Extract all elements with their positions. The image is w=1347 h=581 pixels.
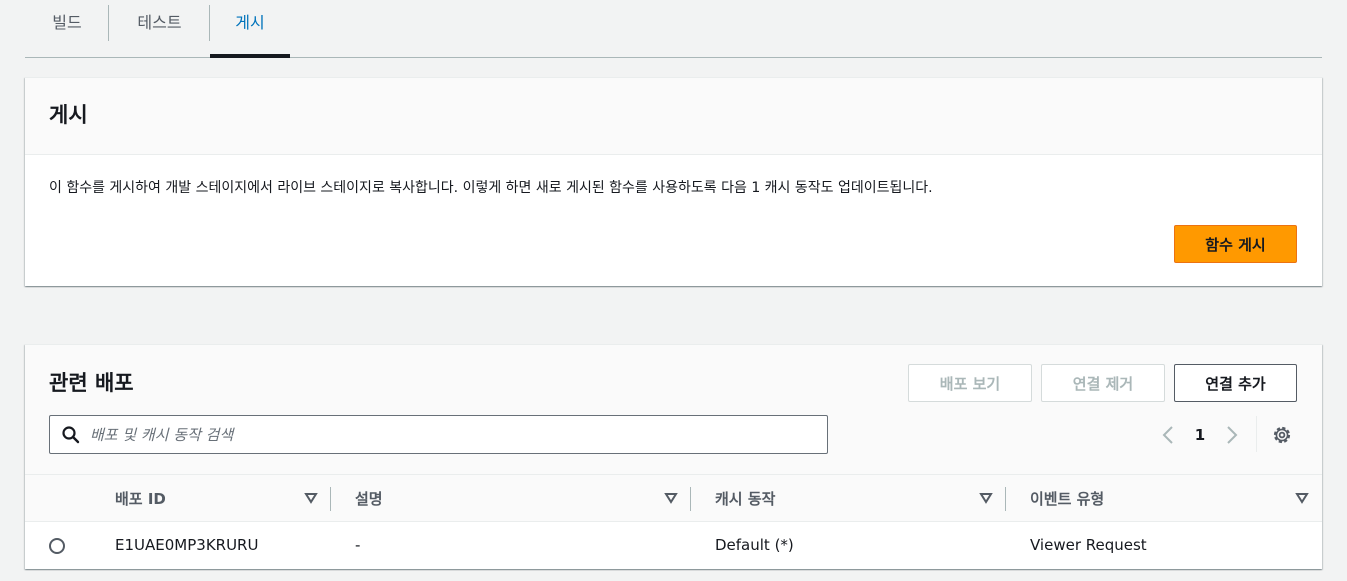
related-distributions-panel: 관련 배포 배포 보기 연결 제거 연결 추가 1 배포 ID (25, 344, 1322, 569)
distributions-title: 관련 배포 (49, 371, 134, 395)
sort-caret-icon[interactable] (1295, 491, 1309, 505)
column-header-event-type[interactable]: 이벤트 유형 (1005, 475, 1322, 521)
publish-panel: 게시 이 함수를 게시하여 개발 스테이지에서 라이브 스테이지로 복사합니다.… (25, 77, 1322, 286)
column-header-description[interactable]: 설명 (330, 475, 690, 521)
column-header-cache-behavior[interactable]: 캐시 동작 (690, 475, 1005, 521)
view-distribution-button[interactable]: 배포 보기 (908, 364, 1032, 402)
event-type-cell: Viewer Request (1030, 536, 1147, 554)
tab-bar: 빌드 테스트 게시 (25, 0, 1322, 58)
publish-title: 게시 (49, 103, 88, 127)
table-row[interactable]: E1UAE0MP3KRURU - Default (*) Viewer Requ… (25, 522, 1322, 570)
current-page-number[interactable]: 1 (1188, 420, 1212, 450)
remove-association-button[interactable]: 연결 제거 (1041, 364, 1165, 402)
sort-caret-icon[interactable] (979, 491, 993, 505)
tab-publish[interactable]: 게시 (210, 0, 290, 57)
tab-build[interactable]: 빌드 (25, 0, 109, 57)
column-label: 설명 (355, 489, 383, 508)
column-label: 배포 ID (115, 489, 166, 508)
description-cell: - (355, 536, 361, 554)
chevron-left-icon[interactable] (1158, 420, 1178, 450)
publish-function-button[interactable]: 함수 게시 (1174, 225, 1297, 263)
publish-panel-header: 게시 (25, 78, 1322, 155)
distributions-header: 관련 배포 배포 보기 연결 제거 연결 추가 1 (25, 345, 1322, 475)
sort-caret-icon[interactable] (304, 491, 318, 505)
column-label: 이벤트 유형 (1030, 489, 1105, 508)
column-header-distribution-id[interactable]: 배포 ID (90, 475, 330, 521)
cache-behavior-cell: Default (*) (715, 536, 794, 554)
search-input[interactable] (90, 416, 820, 453)
search-icon (62, 426, 80, 444)
pagination-divider (1256, 416, 1257, 452)
publish-description: 이 함수를 게시하여 개발 스테이지에서 라이브 스테이지로 복사합니다. 이렇… (49, 180, 933, 196)
row-select-radio[interactable] (49, 538, 65, 554)
active-tab-indicator (210, 54, 290, 58)
tab-test[interactable]: 테스트 (109, 0, 210, 57)
chevron-right-icon[interactable] (1222, 420, 1242, 450)
table-header: 배포 ID 설명 캐시 동작 이벤트 유형 (25, 475, 1322, 522)
distribution-id-cell: E1UAE0MP3KRURU (115, 536, 259, 554)
sort-caret-icon[interactable] (664, 491, 678, 505)
search-box (49, 415, 828, 454)
add-association-button[interactable]: 연결 추가 (1174, 364, 1297, 402)
column-label: 캐시 동작 (715, 489, 776, 508)
gear-icon[interactable] (1271, 424, 1293, 446)
